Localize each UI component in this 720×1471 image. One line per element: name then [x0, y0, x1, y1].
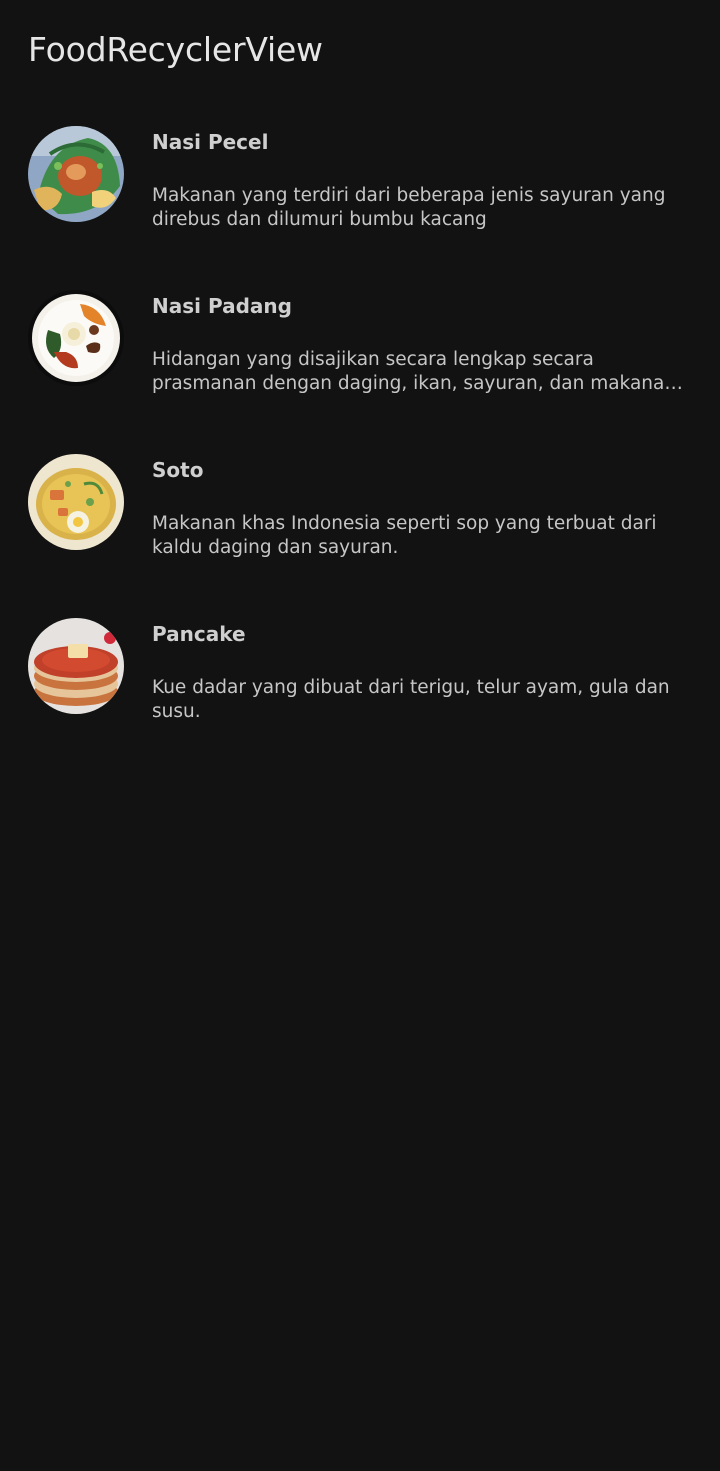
list-item-nasi-pecel[interactable]: Nasi Pecel Makanan yang terdiri dari beb…	[0, 124, 720, 288]
food-description: Hidangan yang disajikan secara lengkap s…	[152, 349, 677, 394]
list-item-pancake[interactable]: Pancake Kue dadar yang dibuat dari terig…	[0, 616, 720, 780]
nasi-padang-photo	[28, 290, 124, 386]
soto-photo	[28, 454, 124, 550]
list-item-soto[interactable]: Soto Makanan khas Indonesia seperti sop …	[0, 452, 720, 616]
food-description: Makanan yang terdiri dari beberapa jenis…	[152, 185, 666, 230]
food-name: Nasi Pecel	[152, 130, 269, 154]
food-recycler-list[interactable]: Nasi Pecel Makanan yang terdiri dari beb…	[0, 124, 720, 780]
nasi-pecel-photo	[28, 126, 124, 222]
list-item-nasi-padang[interactable]: Nasi Padang Hidangan yang disajikan seca…	[0, 288, 720, 452]
food-name: Nasi Padang	[152, 294, 292, 318]
food-name: Soto	[152, 458, 204, 482]
food-description: Kue dadar yang dibuat dari terigu, telur…	[152, 677, 670, 722]
app-title: FoodRecyclerView	[28, 30, 323, 69]
food-name: Pancake	[152, 622, 246, 646]
pancake-photo	[28, 618, 124, 714]
food-description: Makanan khas Indonesia seperti sop yang …	[152, 513, 657, 558]
app-bar: FoodRecyclerView	[28, 28, 692, 76]
